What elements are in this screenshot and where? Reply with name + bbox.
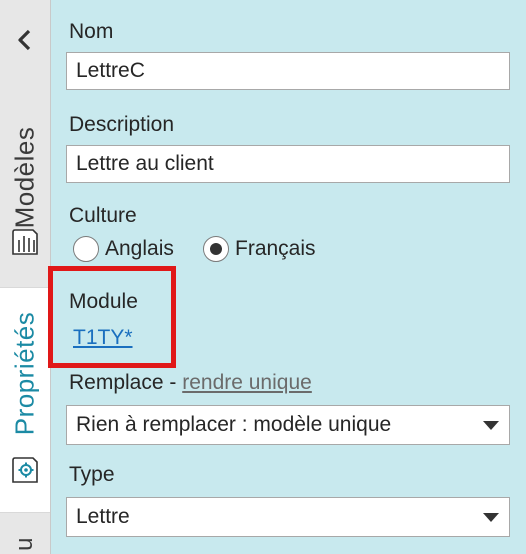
chevron-left-icon xyxy=(18,29,31,51)
nom-input[interactable]: LettreC xyxy=(66,52,510,90)
type-label: Type xyxy=(69,463,115,486)
radio-unchecked-icon[interactable] xyxy=(73,236,99,262)
culture-radio-anglais[interactable]: Anglais xyxy=(73,236,174,262)
remplace-label: Remplace - xyxy=(69,371,177,394)
template-list-icon xyxy=(12,229,38,255)
culture-radio-francais-label: Français xyxy=(235,237,316,260)
remplace-dropdown[interactable]: Rien à remplacer : modèle unique xyxy=(66,405,510,445)
culture-label: Culture xyxy=(69,204,137,227)
side-tab-rail: Modèles Propriétés u xyxy=(0,0,51,554)
settings-document-icon xyxy=(12,457,38,483)
culture-radio-anglais-label: Anglais xyxy=(105,237,174,260)
type-dropdown-value: Lettre xyxy=(76,505,130,528)
culture-radio-francais[interactable]: Français xyxy=(203,236,316,262)
type-dropdown[interactable]: Lettre xyxy=(66,497,510,537)
tab-partial[interactable]: u xyxy=(0,516,50,554)
tab-models-label: Modèles xyxy=(9,126,40,229)
tab-models[interactable]: Modèles xyxy=(0,90,50,282)
nom-label: Nom xyxy=(69,20,114,43)
remplace-label-row: Remplace - rendre unique xyxy=(69,371,312,395)
module-highlight-box xyxy=(48,266,176,368)
remplace-dropdown-value: Rien à remplacer : modèle unique xyxy=(76,413,392,436)
module-label: Module xyxy=(69,290,138,313)
module-link[interactable]: T1TY* xyxy=(73,326,133,350)
tab-partial-label: u xyxy=(11,537,38,551)
description-input[interactable]: Lettre au client xyxy=(66,145,510,183)
dropdown-arrow-icon xyxy=(483,513,499,522)
tab-properties[interactable]: Propriétés xyxy=(0,287,50,513)
description-label: Description xyxy=(69,113,175,136)
tab-properties-label: Propriétés xyxy=(9,311,40,436)
rendre-unique-link[interactable]: rendre unique xyxy=(182,371,312,394)
radio-checked-icon[interactable] xyxy=(203,236,229,262)
dropdown-arrow-icon xyxy=(483,421,499,430)
collapse-panel-button[interactable] xyxy=(11,26,39,54)
